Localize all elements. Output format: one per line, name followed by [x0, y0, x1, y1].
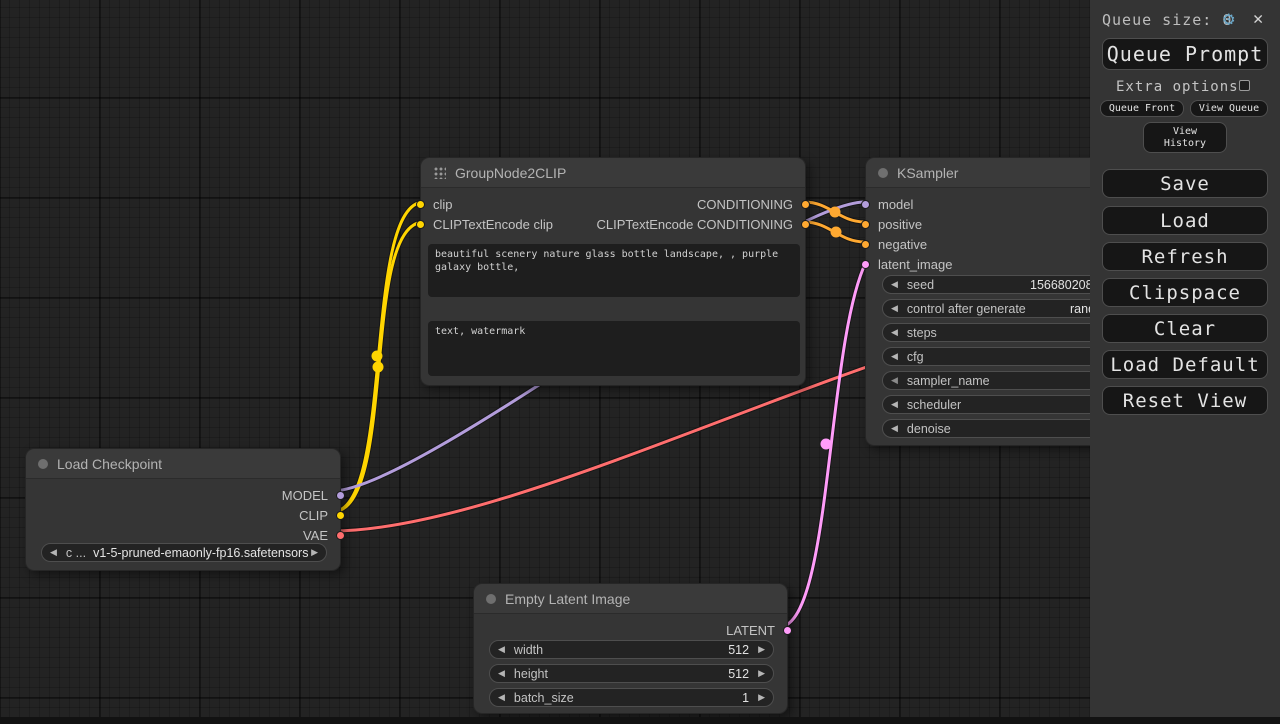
negative-prompt-textarea[interactable]: text, watermark	[428, 321, 800, 376]
input-label: clip	[433, 196, 453, 212]
refresh-button[interactable]: Refresh	[1102, 242, 1268, 271]
output-label: LATENT	[726, 622, 775, 638]
widget-value: 512	[728, 666, 750, 681]
input-port-positive[interactable]	[861, 219, 870, 229]
decrement-arrow-icon[interactable]: ◀	[498, 668, 505, 679]
input-label: positive	[878, 216, 923, 232]
output-label: VAE	[302, 527, 328, 543]
combo-left-arrow-icon[interactable]: ◀	[891, 375, 898, 386]
output-label: MODEL	[281, 487, 328, 503]
node-empty-latent-header[interactable]: Empty Latent Image	[474, 584, 787, 614]
clear-button[interactable]: Clear	[1102, 314, 1268, 343]
positive-prompt-textarea[interactable]: beautiful scenery nature glass bottle la…	[428, 244, 800, 297]
input-port-cliptextencode-clip[interactable]	[416, 219, 425, 229]
load-default-button[interactable]: Load Default	[1102, 350, 1268, 379]
increment-arrow-icon[interactable]: ▶	[758, 644, 765, 655]
widget-label: cfg	[906, 349, 924, 364]
decrement-arrow-icon[interactable]: ◀	[891, 327, 898, 338]
widget-label: seed	[906, 277, 935, 292]
widget-label: c ...	[65, 545, 87, 560]
input-port-model[interactable]	[861, 199, 870, 209]
input-label: model	[878, 196, 914, 212]
input-port-latent-image[interactable]	[861, 259, 870, 269]
increment-arrow-icon[interactable]: ▶	[758, 668, 765, 679]
node-title: Load Checkpoint	[57, 455, 163, 472]
decrement-arrow-icon[interactable]: ◀	[891, 423, 898, 434]
widget-label: batch_size	[513, 690, 574, 705]
decrement-arrow-icon[interactable]: ◀	[498, 644, 505, 655]
save-button[interactable]: Save	[1102, 169, 1268, 198]
widget-label: scheduler	[906, 397, 962, 412]
input-port-clip[interactable]	[416, 199, 425, 209]
widget-value: v1-5-pruned-emaonly-fp16.safetensors	[93, 545, 309, 560]
widget-label: height	[513, 666, 548, 681]
node-empty-latent-image[interactable]: Empty Latent Image LATENT ◀ width 512 ▶ …	[473, 583, 792, 714]
output-label: CONDITIONING	[696, 196, 793, 212]
queue-prompt-button[interactable]: Queue Prompt	[1102, 38, 1268, 70]
combo-left-arrow-icon[interactable]: ◀	[50, 547, 57, 558]
input-label: latent_image	[878, 256, 953, 272]
extra-options-checkbox[interactable]	[1239, 80, 1250, 91]
widget-value: 1	[742, 690, 750, 705]
decrement-arrow-icon[interactable]: ◀	[891, 303, 898, 314]
widget-batch-size[interactable]: ◀ batch_size 1 ▶	[489, 688, 774, 707]
output-port-clip[interactable]	[336, 510, 345, 520]
output-port-model[interactable]	[336, 490, 345, 500]
reset-view-button[interactable]: Reset View	[1102, 386, 1268, 415]
combo-right-arrow-icon[interactable]: ▶	[311, 547, 318, 558]
collapse-dot-icon[interactable]	[878, 167, 888, 178]
decrement-arrow-icon[interactable]: ◀	[891, 351, 898, 362]
input-label: negative	[878, 236, 928, 252]
output-port-vae[interactable]	[336, 530, 345, 540]
widget-label: denoise	[906, 421, 951, 436]
view-history-line1: View	[1172, 125, 1198, 137]
view-history-button[interactable]: View History	[1143, 122, 1227, 153]
view-history-line2: History	[1163, 137, 1207, 149]
node-load-checkpoint-header[interactable]: Load Checkpoint	[26, 449, 340, 479]
increment-arrow-icon[interactable]: ▶	[758, 692, 765, 703]
output-port-cliptextencode-conditioning[interactable]	[801, 219, 810, 229]
node-title: GroupNode2CLIP	[455, 164, 567, 181]
close-icon[interactable]: ✕	[1253, 9, 1263, 29]
load-button[interactable]: Load	[1102, 206, 1268, 235]
collapse-dot-icon[interactable]	[38, 458, 48, 469]
node-groupnode2clip-header[interactable]: GroupNode2CLIP	[421, 158, 805, 188]
bottom-edge-strip	[0, 717, 1280, 724]
widget-value: 512	[728, 642, 750, 657]
clipspace-button[interactable]: Clipspace	[1102, 278, 1268, 307]
group-grid-icon	[433, 166, 446, 179]
extra-options-label: Extra options	[1116, 79, 1239, 95]
decrement-arrow-icon[interactable]: ◀	[498, 692, 505, 703]
queue-front-button[interactable]: Queue Front	[1100, 100, 1184, 117]
output-port-latent[interactable]	[783, 625, 792, 635]
node-title: KSampler	[897, 164, 959, 181]
view-queue-button[interactable]: View Queue	[1190, 100, 1268, 117]
comfy-menu: Queue size: 0 ⚙ ✕ Queue Prompt Extra opt…	[1090, 0, 1280, 717]
node-title: Empty Latent Image	[505, 590, 631, 607]
output-port-conditioning[interactable]	[801, 199, 810, 209]
widget-label: sampler_name	[906, 373, 990, 388]
output-label: CLIP	[299, 507, 328, 523]
widget-ckpt-name[interactable]: ◀ c ... v1-5-pruned-emaonly-fp16.safeten…	[41, 543, 327, 562]
queue-size-label: Queue size: 0	[1102, 11, 1233, 29]
combo-left-arrow-icon[interactable]: ◀	[891, 399, 898, 410]
widget-label: steps	[906, 325, 937, 340]
collapse-dot-icon[interactable]	[486, 593, 496, 604]
widget-height[interactable]: ◀ height 512 ▶	[489, 664, 774, 683]
output-label: CLIPTextEncode CONDITIONING	[596, 216, 794, 232]
widget-width[interactable]: ◀ width 512 ▶	[489, 640, 774, 659]
gear-icon[interactable]: ⚙	[1223, 8, 1234, 30]
widget-label: width	[513, 642, 544, 657]
node-groupnode2clip[interactable]: GroupNode2CLIP clip CONDITIONING CLIPTex…	[416, 157, 810, 386]
input-port-negative[interactable]	[861, 239, 870, 249]
widget-label: control after generate	[906, 301, 1026, 316]
node-load-checkpoint[interactable]: Load Checkpoint MODEL CLIP VAE ◀ c ... v…	[25, 448, 345, 571]
decrement-arrow-icon[interactable]: ◀	[891, 279, 898, 290]
input-label: CLIPTextEncode clip	[433, 216, 553, 232]
